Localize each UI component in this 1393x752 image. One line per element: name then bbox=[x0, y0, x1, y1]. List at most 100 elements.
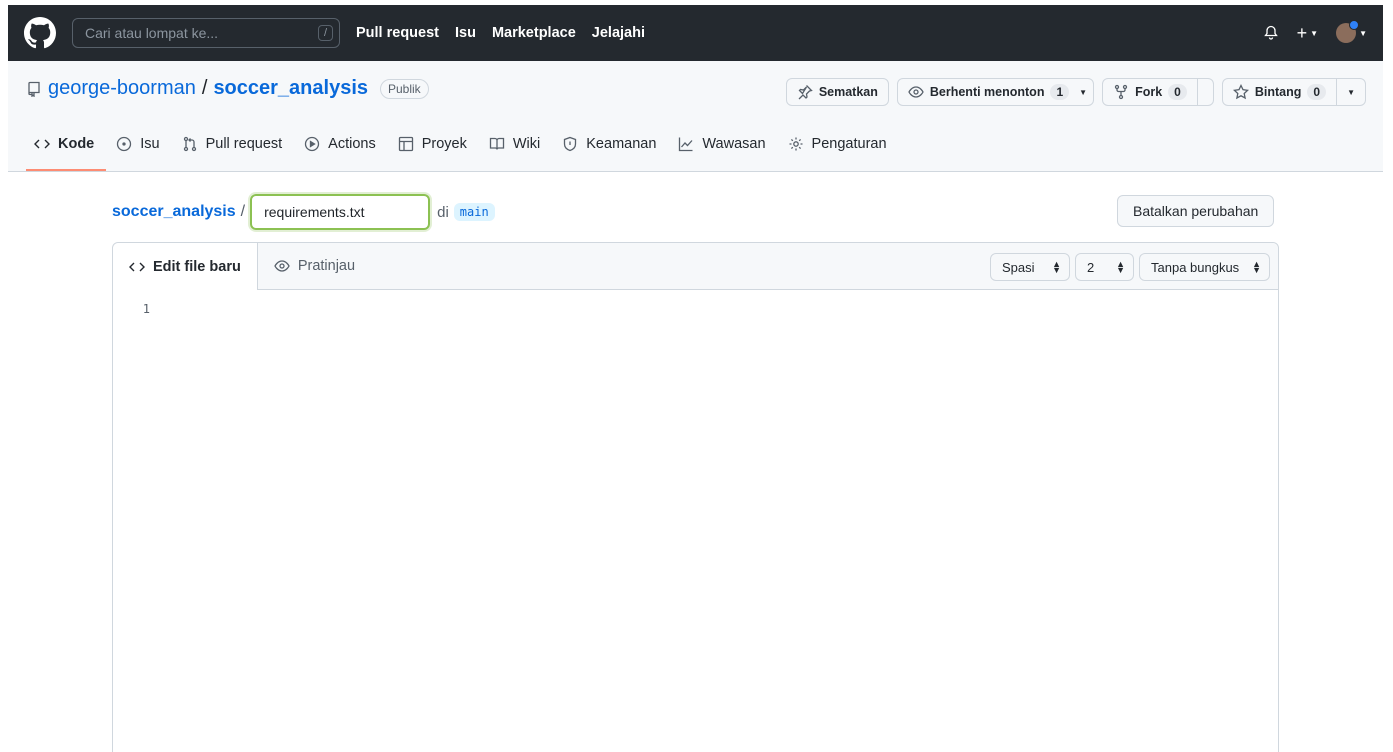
indent-size-select[interactable]: 2 ▲ ▼ bbox=[1075, 253, 1134, 281]
tab-label: Pengaturan bbox=[811, 135, 887, 152]
issue-icon bbox=[117, 136, 132, 151]
tab-label: Wiki bbox=[512, 135, 541, 152]
branch-prefix-label: di bbox=[437, 203, 449, 221]
avatar bbox=[1336, 20, 1360, 43]
table-icon bbox=[398, 136, 413, 151]
tab-label: Wawasan bbox=[702, 135, 766, 152]
tab-security[interactable]: Keamanan bbox=[554, 131, 668, 171]
file-editor: Edit file baru Pratinjau Spasi ▲ ▼ 2 ▲ ▼ T… bbox=[112, 242, 1279, 752]
chevron-down-icon: ▼ bbox=[1347, 87, 1355, 97]
nav-marketplace[interactable]: Marketplace bbox=[492, 25, 576, 41]
cancel-changes-button[interactable]: Batalkan perubahan bbox=[1117, 195, 1275, 227]
tab-issues[interactable]: Isu bbox=[108, 131, 171, 171]
tab-label: Isu bbox=[140, 135, 160, 152]
repo-header: george-boorman / soccer_analysis Publik … bbox=[8, 61, 1383, 172]
eye-icon bbox=[274, 260, 290, 272]
nav-pull-requests[interactable]: Pull request bbox=[356, 25, 439, 41]
fork-icon bbox=[1114, 84, 1128, 100]
watch-count: 1 bbox=[1050, 84, 1070, 100]
fork-button[interactable]: Fork 0 bbox=[1102, 78, 1214, 106]
editor-toolbar: Edit file baru Pratinjau Spasi ▲ ▼ 2 ▲ ▼ T… bbox=[113, 243, 1278, 290]
tab-insights[interactable]: Wawasan bbox=[670, 131, 777, 171]
play-icon bbox=[305, 136, 320, 151]
filename-input[interactable]: requirements.txt bbox=[250, 194, 431, 230]
visibility-badge: Publik bbox=[380, 78, 429, 99]
plus-icon: + bbox=[1296, 22, 1308, 43]
nav-explore[interactable]: Jelajahi bbox=[592, 25, 645, 41]
editor-options: Spasi ▲ ▼ 2 ▲ ▼ Tanpa bungkus ▲ ▼ bbox=[990, 253, 1270, 281]
indent-mode-value: Spasi bbox=[1002, 259, 1035, 275]
global-nav: Pull request Isu Marketplace Jelajahi bbox=[356, 25, 645, 41]
pin-button[interactable]: Sematkan bbox=[785, 78, 889, 106]
star-label: Bintang bbox=[1254, 85, 1302, 99]
book-icon bbox=[489, 137, 505, 150]
search-placeholder: Cari atau lompat ke... bbox=[85, 25, 219, 41]
tab-preview[interactable]: Pratinjau bbox=[258, 243, 371, 289]
code-editor-area[interactable]: 1 bbox=[113, 290, 1278, 328]
pin-label: Sematkan bbox=[818, 85, 878, 99]
star-icon bbox=[1232, 84, 1249, 100]
tab-label: Kode bbox=[58, 135, 95, 152]
breadcrumb-repo-link[interactable]: soccer_analysis bbox=[112, 203, 236, 221]
fork-dropdown[interactable] bbox=[1196, 79, 1213, 105]
search-shortcut-key: / bbox=[317, 25, 333, 41]
fork-count: 0 bbox=[1168, 84, 1187, 100]
select-arrows-icon: ▲ ▼ bbox=[1052, 258, 1061, 275]
wrap-mode-value: Tanpa bungkus bbox=[1151, 259, 1240, 275]
repo-title: george-boorman / soccer_analysis Publik bbox=[26, 77, 429, 100]
repo-icon bbox=[28, 81, 40, 97]
breadcrumb-separator: / bbox=[240, 203, 246, 220]
nav-issues[interactable]: Isu bbox=[455, 25, 476, 41]
code-icon bbox=[129, 262, 145, 271]
tab-label: Proyek bbox=[421, 135, 467, 152]
indent-size-value: 2 bbox=[1087, 259, 1095, 275]
watch-label: Berhenti menonton bbox=[929, 85, 1045, 99]
bell-icon[interactable] bbox=[1263, 24, 1279, 43]
user-menu-button[interactable]: ▼ bbox=[1336, 20, 1367, 43]
watch-button[interactable]: Berhenti menonton 1 ▼ bbox=[896, 78, 1095, 106]
tab-actions[interactable]: Actions bbox=[296, 131, 388, 171]
tab-projects[interactable]: Proyek bbox=[390, 131, 479, 171]
star-dropdown[interactable]: ▼ bbox=[1336, 79, 1365, 105]
wrap-mode-select[interactable]: Tanpa bungkus ▲ ▼ bbox=[1139, 253, 1270, 281]
fork-label: Fork bbox=[1135, 85, 1163, 99]
tab-label: Pratinjau bbox=[297, 258, 356, 274]
tab-settings[interactable]: Pengaturan bbox=[780, 131, 899, 171]
tab-code[interactable]: Kode bbox=[26, 131, 107, 171]
github-logo-icon[interactable] bbox=[24, 17, 56, 49]
file-path-bar: soccer_analysis / requirements.txt di ma… bbox=[112, 194, 495, 230]
star-button[interactable]: Bintang 0 ▼ bbox=[1221, 78, 1366, 106]
repo-tabs: Kode Isu Pull request Actions Proyek Wik… bbox=[26, 131, 901, 171]
code-line: 1 bbox=[113, 302, 1278, 316]
repo-owner-link[interactable]: george-boorman bbox=[48, 77, 196, 100]
tab-pull-requests[interactable]: Pull request bbox=[174, 131, 295, 171]
tab-label: Keamanan bbox=[586, 135, 657, 152]
create-new-button[interactable]: + ▼ bbox=[1297, 23, 1318, 44]
chevron-down-icon: ▼ bbox=[1310, 28, 1319, 38]
line-number: 1 bbox=[142, 302, 150, 316]
pull-request-icon bbox=[183, 136, 196, 151]
pin-icon bbox=[798, 85, 813, 100]
tab-label: Actions bbox=[328, 135, 376, 152]
repo-actions: Sematkan Berhenti menonton 1 ▼ Fork 0 Bi… bbox=[785, 78, 1366, 106]
select-arrows-icon: ▲ ▼ bbox=[1252, 258, 1261, 275]
star-count: 0 bbox=[1307, 84, 1327, 100]
tab-label: Edit file baru bbox=[153, 258, 241, 275]
tab-wiki[interactable]: Wiki bbox=[481, 131, 552, 171]
select-arrows-icon: ▲ ▼ bbox=[1116, 258, 1125, 275]
browser-page: Cari atau lompat ke... / Pull request Is… bbox=[8, 5, 1383, 752]
code-icon bbox=[34, 139, 50, 148]
tab-edit-new-file[interactable]: Edit file baru bbox=[113, 243, 258, 290]
global-header: Cari atau lompat ke... / Pull request Is… bbox=[8, 5, 1383, 61]
search-input[interactable]: Cari atau lompat ke... / bbox=[72, 18, 340, 48]
eye-icon bbox=[908, 86, 924, 98]
shield-icon bbox=[564, 136, 577, 151]
repo-separator: / bbox=[201, 77, 208, 99]
chevron-down-icon: ▼ bbox=[1359, 28, 1367, 38]
graph-icon bbox=[679, 137, 693, 151]
chevron-down-icon: ▼ bbox=[1079, 87, 1088, 97]
repo-name-link[interactable]: soccer_analysis bbox=[213, 77, 368, 100]
gear-icon bbox=[789, 137, 803, 150]
branch-badge[interactable]: main bbox=[453, 203, 495, 221]
indent-mode-select[interactable]: Spasi ▲ ▼ bbox=[990, 253, 1070, 281]
